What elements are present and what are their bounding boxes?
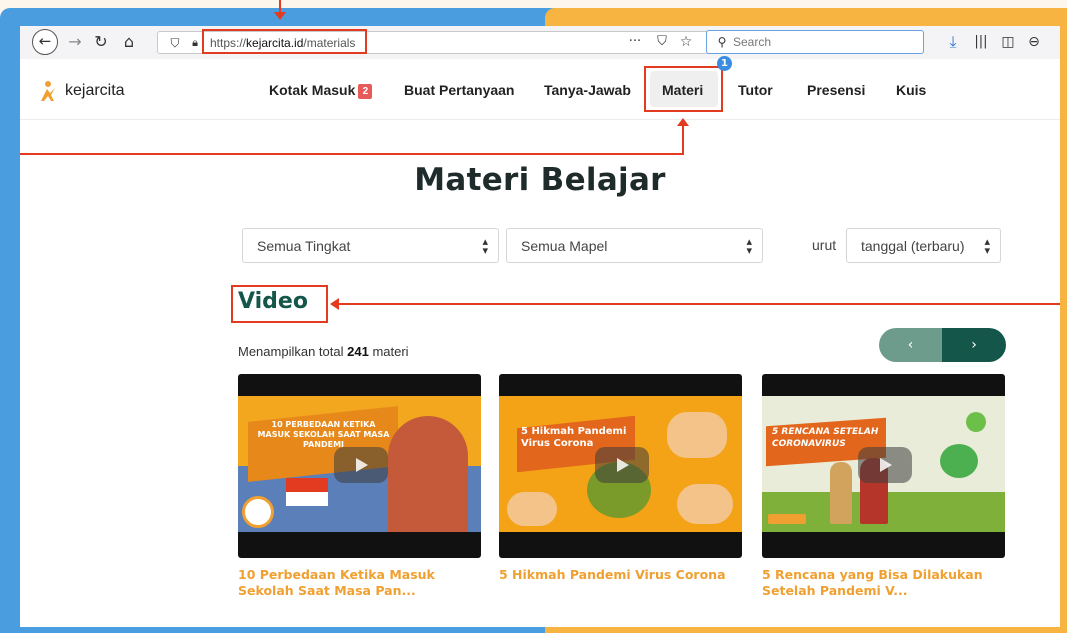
search-placeholder: Search xyxy=(733,35,772,49)
nav-ask[interactable]: Buat Pertanyaan xyxy=(404,82,514,98)
more-icon[interactable]: ··· xyxy=(624,32,646,52)
inbox-badge: 2 xyxy=(358,84,373,99)
video-card[interactable]: 10 PERBEDAAN KETIKA MASUK SEKOLAH SAAT M… xyxy=(238,374,481,558)
total-count-value: 241 xyxy=(347,344,369,359)
thumbnail-logo xyxy=(768,514,806,524)
brand-logo-icon[interactable] xyxy=(38,80,58,102)
star-icon[interactable]: ☆ xyxy=(675,32,697,52)
annotation-line-video xyxy=(338,303,1060,305)
section-highlight-box xyxy=(231,285,328,323)
annotation-line-materi-vertical xyxy=(682,124,684,154)
nav-attendance[interactable]: Presensi xyxy=(807,82,865,98)
thumbnail-virus xyxy=(940,444,978,478)
annotation-arrowhead-url xyxy=(274,12,286,20)
play-icon[interactable] xyxy=(858,447,912,483)
site-navbar: kejarcita Kotak Masuk 2 Buat Pertanyaan T… xyxy=(20,56,1060,120)
play-icon[interactable] xyxy=(334,447,388,483)
video-title[interactable]: 5 Hikmah Pandemi Virus Corona xyxy=(499,567,744,583)
page-title: Materi Belajar xyxy=(414,162,666,198)
annotation-arrowhead-video xyxy=(330,298,339,310)
download-icon[interactable]: ⤓ xyxy=(942,32,964,52)
forward-icon[interactable]: → xyxy=(64,32,86,52)
video-title[interactable]: 10 Perbedaan Ketika Masuk Sekolah Saat M… xyxy=(238,567,483,599)
thumbnail-characters xyxy=(388,416,468,532)
reload-icon[interactable]: ↻ xyxy=(90,32,112,52)
video-card[interactable]: 5 Hikmah Pandemi Virus Corona xyxy=(499,374,742,558)
level-select[interactable]: Semua Tingkat ▴ ▾ xyxy=(242,228,499,263)
video-title[interactable]: 5 Rencana yang Bisa Dilakukan Setelah Pa… xyxy=(762,567,1007,599)
thumbnail-character xyxy=(830,462,852,524)
annotation-line-materi-horizontal xyxy=(20,153,684,155)
annotation-arrowhead-materi xyxy=(677,118,689,126)
thumbnail-hand xyxy=(667,412,727,458)
updown-arrow-icon: ▴ ▾ xyxy=(746,235,752,257)
sort-select-value: tanggal (terbaru) xyxy=(861,238,965,254)
browser-toolbar: ← → ↻ ⌂ ⛉ 🔒︎ https://kejarcita.id/materi… xyxy=(20,26,1060,60)
library-icon[interactable]: ||| xyxy=(970,32,992,52)
search-input[interactable]: ⚲ Search xyxy=(706,30,924,54)
thumbnail-virus xyxy=(966,412,986,432)
carousel-prev-button[interactable]: ‹ xyxy=(879,328,942,362)
video-card[interactable]: 5 RENCANA SETELAH CORONAVIRUS xyxy=(762,374,1005,558)
url-highlight-box xyxy=(202,29,367,54)
play-icon[interactable] xyxy=(595,447,649,483)
thumbnail-flag-white xyxy=(286,492,328,506)
nav-qa[interactable]: Tanya-Jawab xyxy=(544,82,631,98)
total-count-text: Menampilkan total 241 materi xyxy=(238,344,409,359)
home-icon[interactable]: ⌂ xyxy=(118,32,140,52)
thumbnail-logo xyxy=(242,496,274,528)
url-bar[interactable]: ⛉ 🔒︎ https://kejarcita.id/materials ··· … xyxy=(157,29,712,54)
nav-inbox[interactable]: Kotak Masuk 2 xyxy=(269,82,373,99)
carousel-next-button[interactable]: › xyxy=(942,328,1006,362)
back-icon[interactable]: ← xyxy=(32,29,58,55)
pocket-icon[interactable]: ⛉ xyxy=(651,32,673,52)
nav-quiz[interactable]: Kuis xyxy=(896,82,926,98)
nav-inbox-label: Kotak Masuk xyxy=(269,82,356,98)
updown-arrow-icon: ▴ ▾ xyxy=(984,235,990,257)
thumbnail-flag xyxy=(286,478,328,492)
sort-label: urut xyxy=(812,237,837,253)
thumbnail-text: 10 PERBEDAAN KETIKA MASUK SEKOLAH SAAT M… xyxy=(257,420,390,449)
level-select-value: Semua Tingkat xyxy=(257,238,351,254)
subject-select-value: Semua Mapel xyxy=(521,238,608,254)
browser-window: ← → ↻ ⌂ ⛉ 🔒︎ https://kejarcita.id/materi… xyxy=(20,26,1060,627)
thumbnail-hand xyxy=(677,484,733,524)
subject-select[interactable]: Semua Mapel ▴ ▾ xyxy=(506,228,763,263)
sort-select[interactable]: tanggal (terbaru) ▴ ▾ xyxy=(846,228,1001,263)
video-thumbnail[interactable]: 5 RENCANA SETELAH CORONAVIRUS xyxy=(762,396,1005,532)
video-thumbnail[interactable]: 5 Hikmah Pandemi Virus Corona xyxy=(499,396,742,532)
video-thumbnail[interactable]: 10 PERBEDAAN KETIKA MASUK SEKOLAH SAAT M… xyxy=(238,396,481,532)
sidebar-icon[interactable]: ◫ xyxy=(997,32,1019,52)
thumbnail-hand xyxy=(507,492,557,526)
account-icon[interactable]: ⊖ xyxy=(1023,32,1045,52)
shield-icon: ⛉ xyxy=(170,36,180,50)
search-icon: ⚲ xyxy=(717,35,727,49)
step-number-badge: 1 xyxy=(717,56,732,71)
nav-materials-highlight-box xyxy=(644,66,723,112)
brand-name[interactable]: kejarcita xyxy=(65,82,125,100)
nav-tutor[interactable]: Tutor xyxy=(738,82,773,98)
updown-arrow-icon: ▴ ▾ xyxy=(482,235,488,257)
